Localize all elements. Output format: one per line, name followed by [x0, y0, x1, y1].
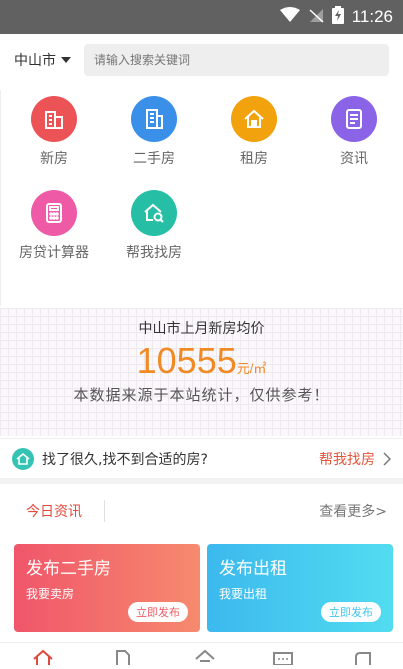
- clock: 11:26: [351, 7, 393, 26]
- tab-today-news[interactable]: 今日资讯: [16, 501, 92, 521]
- city-selector[interactable]: 中山市: [14, 50, 84, 70]
- building-icon: [31, 96, 77, 142]
- home-tab-icon[interactable]: [32, 649, 54, 669]
- house-tab-icon[interactable]: [194, 649, 216, 669]
- average-price: 10555元/㎡: [0, 340, 403, 382]
- publish-now-button[interactable]: 立即发布: [128, 602, 188, 622]
- category-grid: 新房 二手房 租房 资讯 房贷计算器 帮我找房: [0, 90, 403, 306]
- menu-item-mortgage-calculator[interactable]: 房贷计算器: [4, 190, 104, 262]
- menu-item-rent[interactable]: 租房: [204, 96, 304, 168]
- help-question: 找了很久,找不到合适的房?: [42, 451, 208, 468]
- card-subtitle: 我要卖房: [26, 587, 75, 601]
- banner-note: 本数据来源于本站统计，仅供参考！: [73, 386, 330, 404]
- menu-item-find-house[interactable]: 帮我找房: [104, 190, 204, 262]
- divider: [104, 500, 105, 522]
- card-subtitle: 我要出租: [219, 587, 268, 601]
- menu-label: 帮我找房: [126, 245, 182, 261]
- menu-label: 资讯: [340, 151, 368, 167]
- card-title: 发布二手房: [26, 559, 111, 579]
- card-title: 发布出租: [219, 559, 287, 579]
- house-icon: [12, 447, 34, 470]
- banner-title: 中山市上月新房均价: [138, 321, 265, 337]
- publish-rent-card[interactable]: 发布出租 我要出租 立即发布: [207, 544, 393, 632]
- average-price-banner: 中山市上月新房均价 10555元/㎡ 本数据来源于本站统计，仅供参考！: [0, 308, 403, 436]
- profile-tab-icon[interactable]: [352, 649, 374, 669]
- chevron-right-icon: [383, 451, 391, 466]
- top-bar: 中山市: [0, 34, 403, 86]
- apartment-icon: [131, 96, 177, 142]
- price-value: 10555: [136, 340, 237, 381]
- rent-house-icon: [231, 96, 277, 142]
- document-tab-icon[interactable]: [114, 649, 132, 669]
- publish-second-hand-card[interactable]: 发布二手房 我要卖房 立即发布: [14, 544, 200, 632]
- help-find-link[interactable]: 帮我找房: [319, 449, 391, 469]
- calculator-icon: [31, 190, 77, 236]
- menu-label: 二手房: [133, 151, 175, 167]
- news-icon: [331, 96, 377, 142]
- menu-item-new-house[interactable]: 新房: [4, 96, 104, 168]
- price-unit: 元/㎡: [236, 361, 267, 376]
- wifi-icon: [279, 7, 300, 27]
- publish-now-button[interactable]: 立即发布: [321, 602, 381, 622]
- help-link-label: 帮我找房: [319, 451, 375, 468]
- search-input[interactable]: [84, 44, 389, 76]
- no-signal-icon: [308, 7, 324, 27]
- bottom-tab-bar: [0, 642, 403, 666]
- help-find-bar[interactable]: 找了很久,找不到合适的房? 帮我找房: [0, 438, 403, 484]
- menu-label: 房贷计算器: [19, 245, 89, 261]
- menu-label: 租房: [240, 151, 268, 167]
- battery-charging-icon: [331, 6, 344, 28]
- message-tab-icon[interactable]: [272, 649, 294, 669]
- city-label: 中山市: [14, 53, 56, 69]
- caret-down-icon: [61, 57, 71, 63]
- see-more-link[interactable]: 查看更多>: [319, 501, 387, 521]
- menu-label: 新房: [40, 151, 68, 167]
- menu-item-second-hand[interactable]: 二手房: [104, 96, 204, 168]
- menu-item-news[interactable]: 资讯: [304, 96, 403, 168]
- news-header: 今日资讯 查看更多>: [0, 490, 403, 532]
- status-bar: 11:26: [0, 0, 403, 34]
- find-house-icon: [131, 190, 177, 236]
